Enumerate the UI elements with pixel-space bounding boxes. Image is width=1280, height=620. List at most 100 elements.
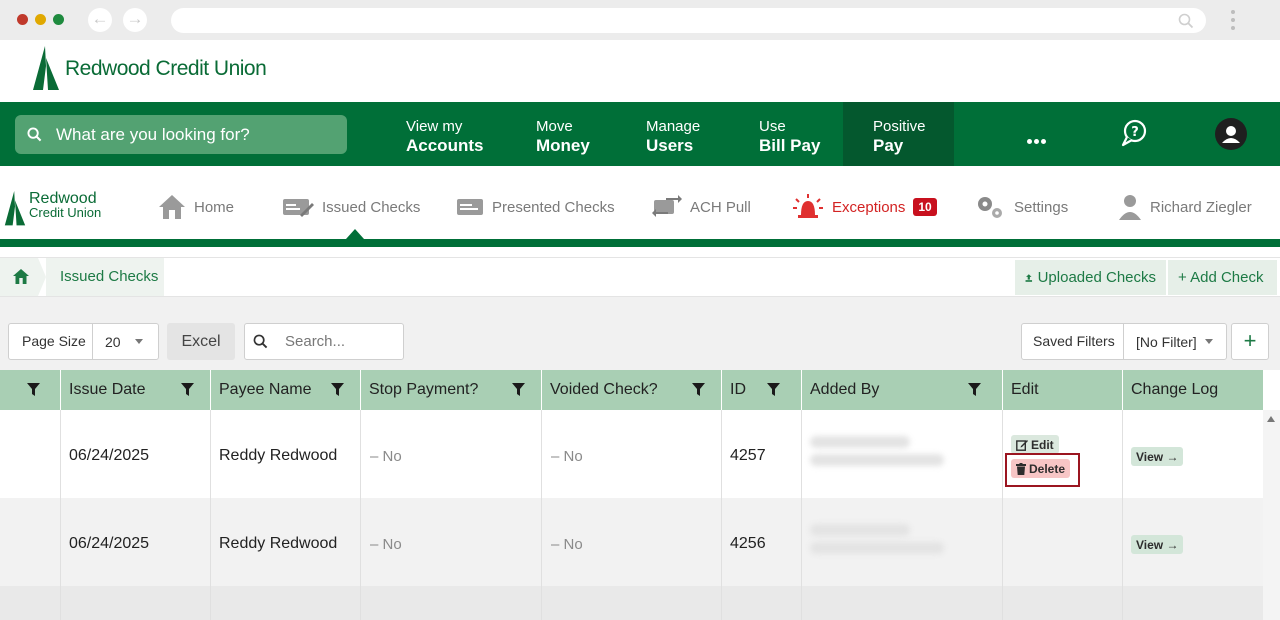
table-row <box>0 498 1263 586</box>
filter-icon[interactable] <box>512 383 525 397</box>
redacted-added-by <box>810 430 948 478</box>
more-menu-icon[interactable] <box>1027 131 1048 149</box>
brand-bar: Redwood Credit Union <box>0 40 1280 102</box>
person-icon <box>1119 195 1141 220</box>
excel-export-button[interactable]: Excel <box>167 323 235 360</box>
page-size-select[interactable]: 20 <box>93 334 143 350</box>
tab-label: Presented Checks <box>492 198 615 216</box>
header-issue-date[interactable]: Issue Date <box>61 370 211 410</box>
scroll-up-arrow-icon[interactable] <box>1267 416 1275 422</box>
check-pencil-icon <box>283 199 314 217</box>
cell-id: 4257 <box>730 447 766 464</box>
column-divider <box>1002 410 1003 620</box>
back-arrow-icon[interactable]: ← <box>88 8 112 32</box>
global-search-input[interactable]: What are you looking for? <box>15 115 347 154</box>
add-check-button[interactable]: + Add Check <box>1168 260 1277 295</box>
cell-id: 4256 <box>730 535 766 552</box>
logo-line1: Redwood <box>29 190 97 207</box>
menu-move-money[interactable]: Move Money <box>536 102 616 166</box>
filter-value: [No Filter] <box>1136 333 1197 350</box>
filter-select[interactable]: [No Filter] <box>1124 334 1213 350</box>
menu-line2: Pay <box>873 136 904 155</box>
cell-voided-check: – No <box>551 448 583 465</box>
tab-home[interactable]: Home <box>158 192 234 222</box>
tab-presented-checks[interactable]: Presented Checks <box>456 192 615 222</box>
redwood-tree-logo-icon <box>4 191 26 226</box>
tab-label: Richard Ziegler <box>1150 198 1252 216</box>
kebab-menu-icon[interactable] <box>1227 9 1239 33</box>
column-divider <box>1122 410 1123 620</box>
menu-line2: Users <box>646 136 694 155</box>
menu-positive-pay[interactable]: Positive Pay <box>843 102 954 166</box>
close-window-dot[interactable] <box>17 14 28 25</box>
header-id[interactable]: ID <box>722 370 802 410</box>
header-filter-cell <box>0 370 61 410</box>
forward-arrow-icon[interactable]: → <box>123 8 147 32</box>
menu-line1: Use <box>759 118 786 135</box>
add-filter-button[interactable]: + <box>1231 323 1269 360</box>
menu-bill-pay[interactable]: Use Bill Pay <box>759 102 839 166</box>
menu-line2: Bill Pay <box>759 136 821 155</box>
column-divider <box>360 410 361 620</box>
tab-user-profile[interactable]: Richard Ziegler <box>1118 192 1252 222</box>
view-change-log-button[interactable]: View → <box>1131 535 1184 554</box>
menu-line2: Accounts <box>406 136 484 155</box>
cell-payee-name: Reddy Redwood <box>219 535 338 552</box>
breadcrumb-separator <box>38 258 46 296</box>
tab-label: Home <box>194 198 235 216</box>
user-profile-icon[interactable] <box>1215 118 1247 150</box>
header-voided-check[interactable]: Voided Check? <box>542 370 722 410</box>
maximize-window-dot[interactable] <box>53 14 64 25</box>
header-label: Payee Name <box>219 381 312 398</box>
tab-exceptions[interactable]: Exceptions 10 <box>792 192 937 222</box>
edit-pencil-icon <box>1016 439 1028 451</box>
address-bar[interactable] <box>171 8 1206 33</box>
home-icon <box>159 195 185 219</box>
menu-view-accounts[interactable]: View my Accounts <box>406 102 506 166</box>
cell-stop-payment: – No <box>370 448 402 465</box>
column-divider <box>801 410 802 620</box>
menu-manage-users[interactable]: Manage Users <box>646 102 726 166</box>
exchange-icon <box>652 195 682 217</box>
filter-icon[interactable] <box>968 383 981 397</box>
chevron-down-icon <box>1204 339 1213 344</box>
column-divider <box>210 410 211 620</box>
edit-button[interactable]: Edit <box>1011 435 1059 454</box>
saved-filters-label[interactable]: Saved Filters <box>1022 324 1124 359</box>
view-label: View → <box>1136 537 1179 552</box>
filter-icon[interactable] <box>181 383 194 397</box>
header-label: Added By <box>810 381 880 398</box>
filter-icon[interactable] <box>767 383 780 397</box>
menu-line1: Manage <box>646 118 701 135</box>
header-label: Voided Check? <box>550 381 658 398</box>
uploaded-checks-button[interactable]: Uploaded Checks <box>1015 260 1166 295</box>
view-change-log-button[interactable]: View → <box>1131 447 1184 466</box>
tab-issued-checks[interactable]: Issued Checks <box>282 192 420 222</box>
header-added-by[interactable]: Added By <box>802 370 1003 410</box>
header-stop-payment[interactable]: Stop Payment? <box>361 370 542 410</box>
tab-ach-pull[interactable]: ACH Pull <box>652 192 751 222</box>
home-icon <box>13 269 29 284</box>
delete-highlight-outline <box>1005 453 1080 487</box>
column-divider <box>721 410 722 620</box>
search-icon <box>253 334 268 349</box>
cell-stop-payment: – No <box>370 536 402 553</box>
table-search-placeholder: Search... <box>285 333 346 350</box>
exceptions-count-badge: 10 <box>913 198 937 216</box>
browser-chrome: ← → <box>0 0 1280 40</box>
filter-icon[interactable] <box>692 383 705 397</box>
filter-icon[interactable] <box>27 383 40 397</box>
logo-line2: Credit Union <box>29 205 102 220</box>
help-chat-icon[interactable]: ? <box>1120 119 1148 147</box>
header-label: ID <box>730 381 746 398</box>
filter-icon[interactable] <box>331 383 344 397</box>
brand-name[interactable]: Redwood Credit Union <box>65 57 267 81</box>
app-logo-text[interactable]: Redwood Credit Union <box>29 190 102 220</box>
breadcrumb-home[interactable] <box>0 258 38 296</box>
header-payee-name[interactable]: Payee Name <box>211 370 361 410</box>
table-search-input[interactable]: Search... <box>244 323 404 360</box>
table-scrollbar[interactable] <box>1263 410 1280 620</box>
page-size-label: Page Size <box>9 324 93 359</box>
minimize-window-dot[interactable] <box>35 14 46 25</box>
tab-settings[interactable]: Settings <box>974 192 1068 222</box>
